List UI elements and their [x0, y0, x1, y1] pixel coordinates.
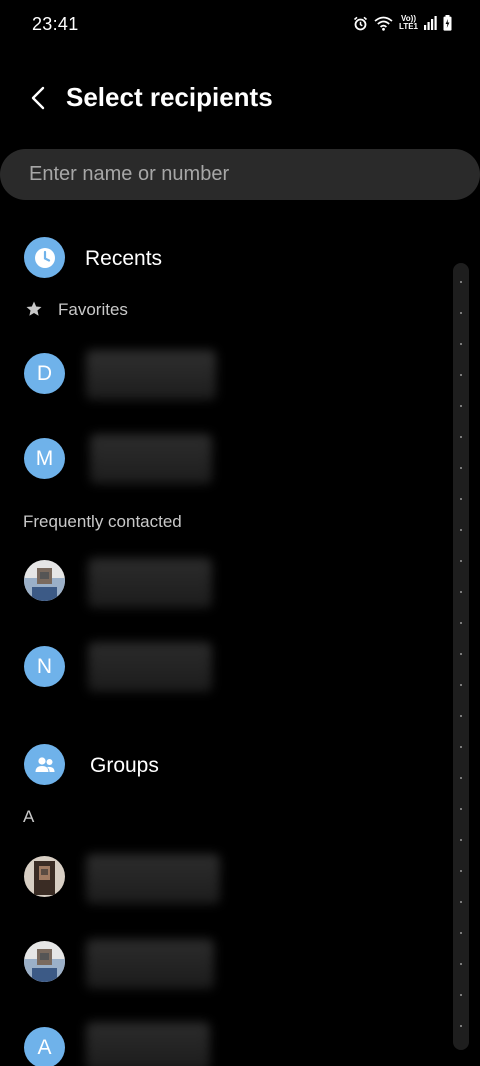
scroll-index-dot	[460, 746, 462, 748]
scroll-index-dot	[460, 467, 462, 469]
recents-row[interactable]: Recents	[0, 223, 440, 293]
screen: 23:41 Vo)) LTE1 Select recipients Enter …	[0, 0, 480, 1066]
blurred-contact-name	[86, 939, 214, 989]
contact-photo-avatar	[24, 560, 65, 601]
frequently-contacted-header: Frequently contacted	[23, 512, 182, 531]
contact-avatar: N	[24, 646, 65, 687]
contact-photo-avatar	[24, 941, 65, 982]
status-icons: Vo)) LTE1	[353, 15, 452, 31]
search-input[interactable]	[29, 149, 449, 200]
section-header-a: A	[23, 807, 35, 826]
blurred-contact-name	[86, 854, 220, 904]
scroll-index-dot	[460, 839, 462, 841]
scroll-index-dot	[460, 870, 462, 872]
list-item[interactable]: M	[0, 424, 440, 494]
back-chevron-icon	[31, 86, 45, 110]
status-time: 23:41	[32, 14, 79, 34]
scroll-index-dot	[460, 312, 462, 314]
fast-scroll-index[interactable]	[453, 263, 469, 1050]
person-photo-icon	[24, 560, 65, 601]
blurred-contact-name	[90, 434, 212, 484]
clock-icon	[34, 247, 55, 268]
recents-label: Recents	[85, 247, 163, 270]
status-bar: 23:41 Vo)) LTE1	[0, 0, 480, 52]
scroll-index-dot	[460, 684, 462, 686]
scroll-index-dot	[460, 529, 462, 531]
scroll-index-dot	[460, 901, 462, 903]
signal-icon	[424, 16, 437, 30]
groups-icon-circle	[24, 744, 65, 785]
scroll-index-dot	[460, 963, 462, 965]
favorites-header: Favorites	[25, 299, 225, 321]
scroll-index-dot	[460, 715, 462, 717]
list-item[interactable]	[0, 927, 440, 997]
scroll-index-dot	[460, 343, 462, 345]
scroll-index-dot	[460, 622, 462, 624]
scroll-index-dot	[460, 405, 462, 407]
scroll-index-dot	[460, 808, 462, 810]
header: Select recipients	[0, 70, 480, 126]
scroll-index-dot	[460, 1025, 462, 1027]
list-item[interactable]: N	[0, 632, 440, 702]
volte-indicator: Vo)) LTE1	[399, 15, 418, 31]
favorites-label: Favorites	[58, 300, 128, 319]
page-title: Select recipients	[66, 82, 273, 112]
scroll-index-dot	[460, 436, 462, 438]
list-item[interactable]	[0, 842, 440, 912]
search-bar[interactable]	[0, 149, 480, 200]
star-icon	[26, 301, 42, 316]
alarm-icon	[354, 16, 368, 30]
blurred-contact-name	[88, 558, 212, 608]
contact-avatar: M	[24, 438, 65, 479]
scroll-index-dot	[460, 281, 462, 283]
person-photo-icon	[24, 941, 65, 982]
blurred-contact-name	[86, 350, 216, 400]
groups-label: Groups	[90, 754, 159, 777]
contact-avatar: A	[24, 1027, 65, 1066]
list-item[interactable]: D	[0, 338, 440, 408]
back-button[interactable]	[20, 78, 56, 118]
scroll-index-dot	[460, 932, 462, 934]
volte-bottom-label: LTE1	[399, 22, 418, 31]
list-item[interactable]: A	[0, 1012, 440, 1066]
scroll-index-dot	[460, 653, 462, 655]
scroll-index-dot	[460, 374, 462, 376]
list-item[interactable]	[0, 546, 440, 616]
blurred-contact-name	[88, 642, 212, 692]
blurred-contact-name	[86, 1022, 210, 1066]
scroll-index-dot	[460, 994, 462, 996]
people-icon	[35, 756, 54, 772]
wifi-icon	[374, 16, 393, 31]
scroll-index-dot	[460, 591, 462, 593]
contact-avatar: D	[24, 353, 65, 394]
scroll-index-dot	[460, 560, 462, 562]
scroll-index-dot	[460, 498, 462, 500]
recents-icon-circle	[24, 237, 65, 278]
contact-photo-avatar	[24, 856, 65, 897]
battery-charging-icon	[443, 15, 452, 31]
person-photo-icon	[24, 856, 65, 897]
scroll-index-dot	[460, 777, 462, 779]
groups-row[interactable]: Groups	[0, 730, 440, 800]
